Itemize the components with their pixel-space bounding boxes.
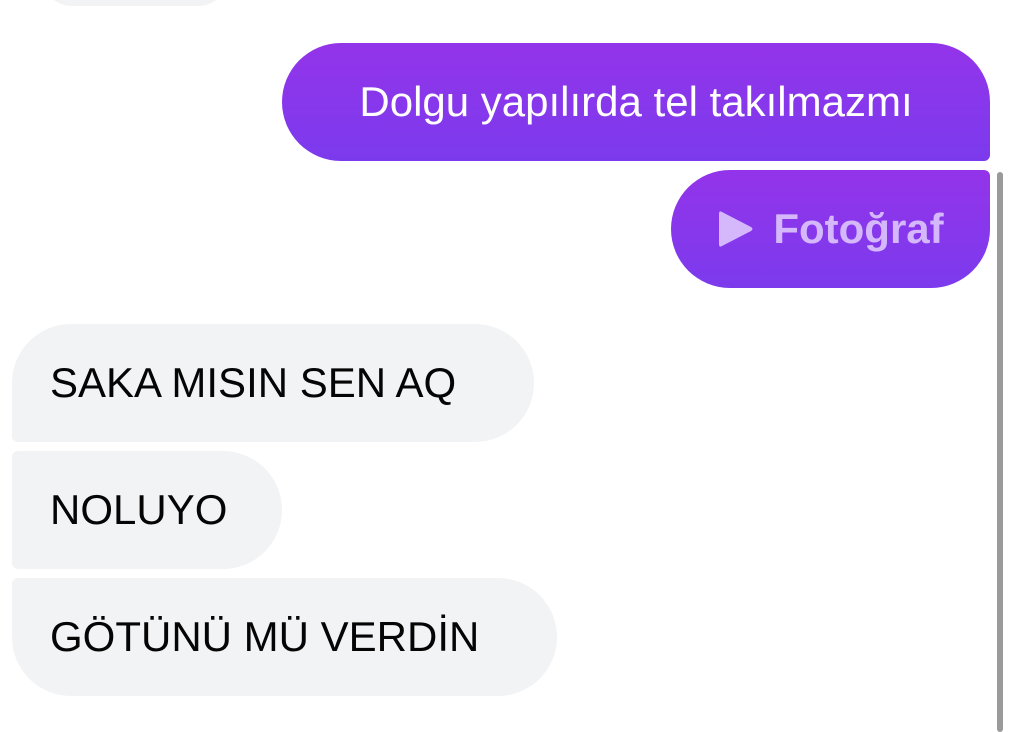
- incoming-message-bubble[interactable]: SAKA MISIN SEN AQ: [12, 324, 534, 442]
- message-text: SAKA MISIN SEN AQ: [50, 359, 457, 406]
- incoming-message-bubble[interactable]: NOLUYO: [12, 451, 282, 569]
- chat-thread: Dolgu yapılırda tel takılmazmı Fotoğraf …: [0, 0, 1014, 732]
- outgoing-photo-message[interactable]: Fotoğraf: [671, 170, 990, 288]
- incoming-message-bubble[interactable]: GÖTÜNÜ MÜ VERDİN: [12, 578, 557, 696]
- message-text: NOLUYO: [50, 486, 228, 533]
- previous-message-bubble[interactable]: [42, 0, 228, 6]
- message-text: GÖTÜNÜ MÜ VERDİN: [50, 613, 480, 660]
- outgoing-message-bubble[interactable]: Dolgu yapılırda tel takılmazmı: [282, 43, 990, 161]
- message-text: Dolgu yapılırda tel takılmazmı: [359, 78, 913, 125]
- scrollbar[interactable]: [997, 172, 1003, 732]
- media-label: Fotoğraf: [773, 205, 944, 252]
- play-icon[interactable]: [717, 208, 755, 250]
